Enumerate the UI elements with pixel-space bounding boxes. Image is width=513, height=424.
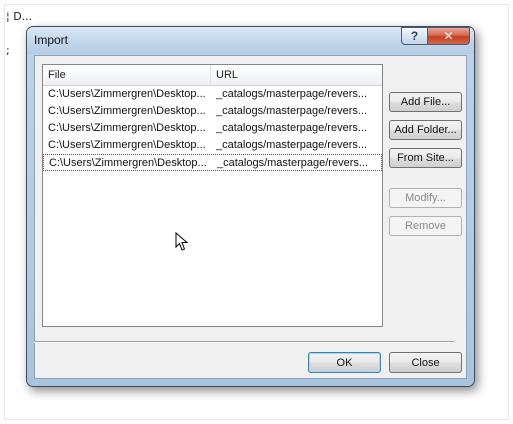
help-icon: ? xyxy=(410,29,419,43)
list-row[interactable]: C:\Users\Zimmergren\Desktop... _catalogs… xyxy=(43,120,382,137)
title-close-button[interactable]: ✕ xyxy=(427,27,470,45)
row-url-cell: _catalogs/masterpage/revers... xyxy=(216,139,368,151)
row-url-cell: _catalogs/masterpage/revers... xyxy=(216,88,368,100)
row-url-cell: _catalogs/masterpage/revers... xyxy=(216,105,368,117)
help-button[interactable]: ? xyxy=(401,27,428,45)
row-file-cell: C:\Users\Zimmergren\Desktop... xyxy=(48,105,206,117)
row-file-cell: C:\Users\Zimmergren\Desktop... xyxy=(48,139,206,151)
list-row[interactable]: C:\Users\Zimmergren\Desktop... _catalogs… xyxy=(43,137,382,154)
row-file-cell: C:\Users\Zimmergren\Desktop... xyxy=(49,157,207,169)
background-text-mid: ; xyxy=(6,44,10,57)
dialog-title: Import xyxy=(34,33,69,47)
title-bar[interactable]: Import ? ✕ xyxy=(27,27,474,54)
ok-button[interactable]: OK xyxy=(308,352,381,373)
list-row[interactable]: C:\Users\Zimmergren\Desktop... _catalogs… xyxy=(43,103,382,120)
dialog-client-area: File URL C:\Users\Zimmergren\Desktop... … xyxy=(34,55,467,379)
row-file-cell: C:\Users\Zimmergren\Desktop... xyxy=(48,122,206,134)
row-url-cell: _catalogs/masterpage/revers... xyxy=(217,157,369,169)
list-rows: C:\Users\Zimmergren\Desktop... _catalogs… xyxy=(43,86,382,171)
close-button[interactable]: Close xyxy=(389,352,462,373)
background-text-top: ¦ D... xyxy=(6,10,33,23)
modify-button[interactable]: Modify... xyxy=(389,188,462,208)
list-row[interactable]: C:\Users\Zimmergren\Desktop... _catalogs… xyxy=(43,86,382,103)
import-dialog: Import ? ✕ File URL C:\Users\Zimmergren\… xyxy=(26,26,475,387)
from-site-button[interactable]: From Site... xyxy=(389,148,462,168)
file-list-view[interactable]: File URL C:\Users\Zimmergren\Desktop... … xyxy=(42,64,383,327)
close-icon: ✕ xyxy=(443,29,454,43)
mouse-pointer-icon xyxy=(175,232,189,251)
footer-separator xyxy=(34,341,454,343)
remove-button[interactable]: Remove xyxy=(389,216,462,236)
list-header: File URL xyxy=(43,65,382,86)
add-folder-button[interactable]: Add Folder... xyxy=(389,120,462,140)
row-url-cell: _catalogs/masterpage/revers... xyxy=(216,122,368,134)
add-file-button[interactable]: Add File... xyxy=(389,92,462,112)
column-header-file[interactable]: File xyxy=(43,65,211,85)
list-row-focused[interactable]: C:\Users\Zimmergren\Desktop... _catalogs… xyxy=(43,154,382,171)
column-header-url[interactable]: URL xyxy=(211,65,382,85)
row-file-cell: C:\Users\Zimmergren\Desktop... xyxy=(48,88,206,100)
screenshot-page: ¦ D... ; Import ? ✕ File URL C:\Users\Zi… xyxy=(0,0,513,424)
